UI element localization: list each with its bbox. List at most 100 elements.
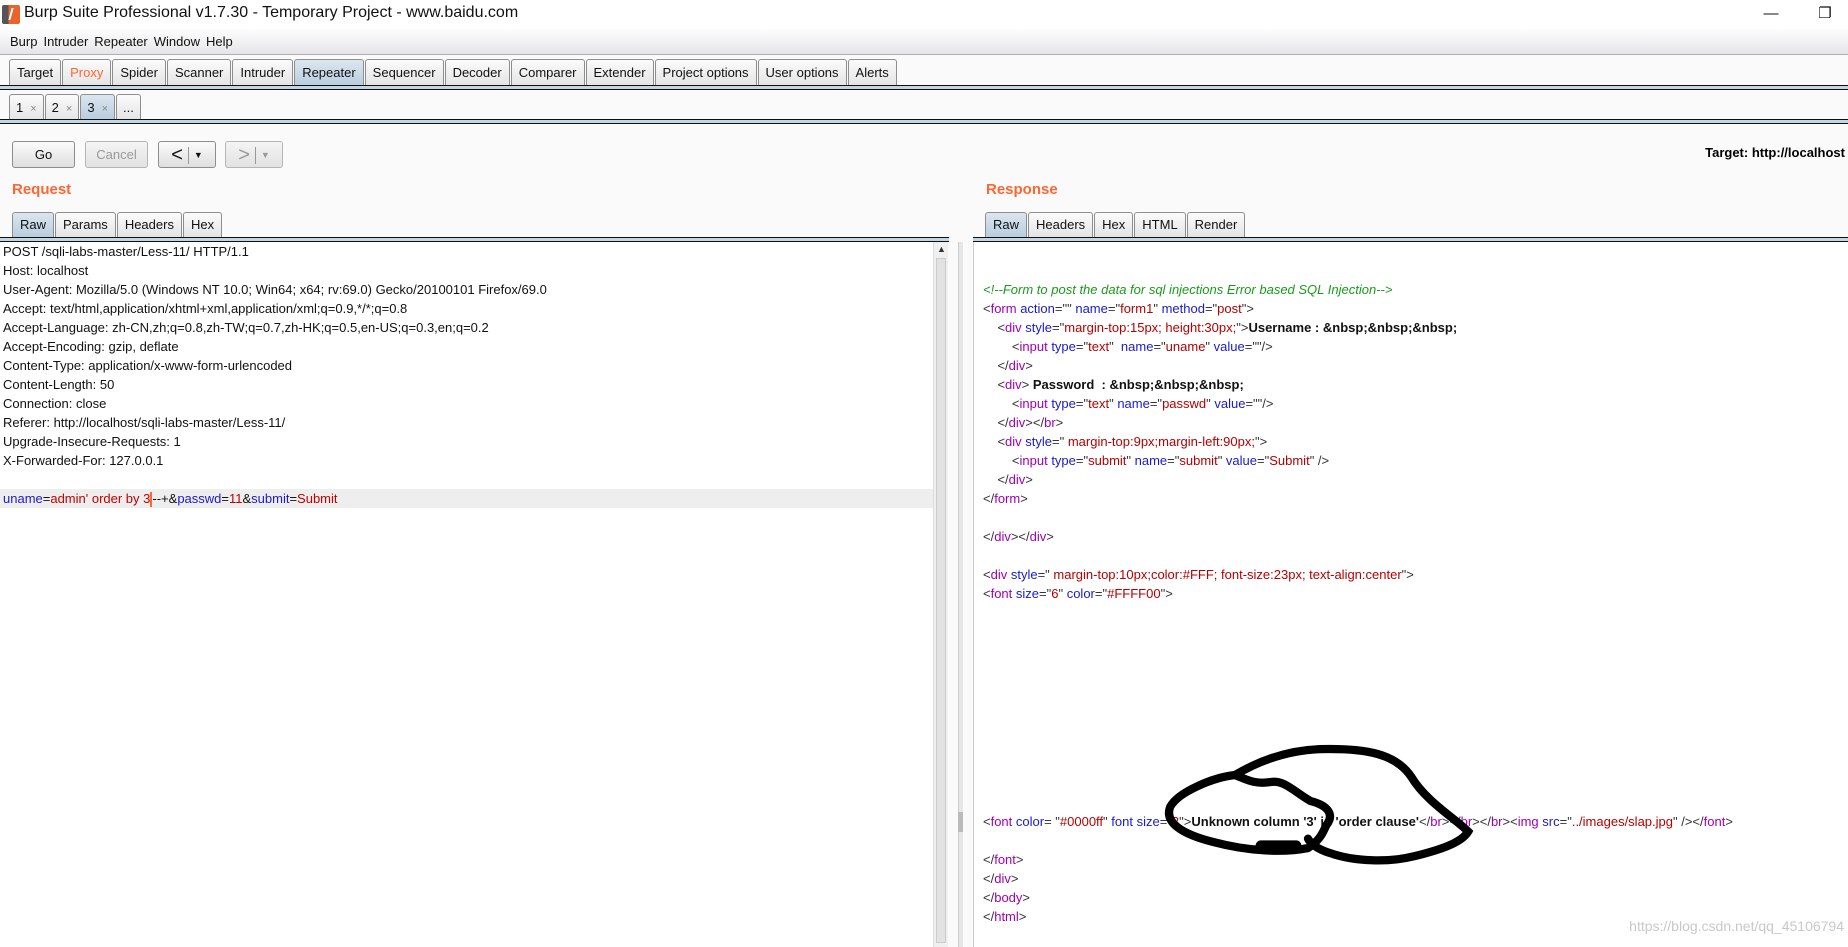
code-token: =" xyxy=(1153,339,1166,354)
code-token: value xyxy=(1213,339,1245,354)
code-token: br xyxy=(1430,814,1442,829)
code-token: ></ xyxy=(1025,415,1045,430)
code-token: div xyxy=(1008,415,1026,430)
code-token: margin-top:15px; height:30px; xyxy=(1064,320,1237,335)
repeater-tabs: 1 × 2 × 3 ×... xyxy=(9,94,142,120)
scroll-up-icon[interactable]: ▲ xyxy=(937,244,946,254)
tab-target[interactable]: Target xyxy=(9,59,62,86)
code-token: Accept-Encoding: gzip, deflate xyxy=(3,339,179,354)
request-tab-headers[interactable]: Headers xyxy=(116,212,182,237)
code-token: input xyxy=(1019,453,1048,468)
code-token: div xyxy=(994,871,1011,886)
code-token: font xyxy=(1703,814,1726,829)
go-button[interactable]: Go xyxy=(12,141,75,168)
close-icon[interactable]: × xyxy=(30,103,36,115)
code-token: post xyxy=(1217,301,1242,316)
menu-intruder[interactable]: Intruder xyxy=(40,29,91,54)
code-token: name xyxy=(1071,301,1108,316)
back-button[interactable]: < ▼ xyxy=(158,141,216,168)
code-token: " /></ xyxy=(1673,814,1704,829)
repeater-tab-1[interactable]: 1 × xyxy=(9,94,44,120)
burp-logo-icon xyxy=(2,5,20,24)
request-tab-raw[interactable]: Raw xyxy=(12,212,55,237)
dropdown-icon: ▼ xyxy=(260,150,270,161)
code-token: X-Forwarded-For: 127.0.0.1 xyxy=(3,453,164,468)
response-tab-render[interactable]: Render xyxy=(1186,212,1246,237)
code-token: </ xyxy=(983,472,1009,487)
tab-extender[interactable]: Extender xyxy=(585,59,654,86)
pane-splitter[interactable] xyxy=(948,242,973,947)
code-token: ../images/slap.jpg xyxy=(1571,814,1673,829)
code-line: </div></br> xyxy=(978,413,1848,432)
code-line: Content-Length: 50 xyxy=(0,375,933,394)
minimize-button[interactable]: — xyxy=(1748,2,1794,26)
splitter-handle[interactable] xyxy=(958,812,963,832)
code-token: font xyxy=(994,852,1016,867)
tab-comparer[interactable]: Comparer xyxy=(510,59,585,86)
request-editor[interactable]: POST /sqli-labs-master/Less-11/ HTTP/1.1… xyxy=(0,242,933,947)
code-token: = xyxy=(221,491,229,506)
tab-proxy[interactable]: Proxy xyxy=(62,59,112,86)
tab-decoder[interactable]: Decoder xyxy=(444,59,510,86)
code-token: < xyxy=(983,396,1020,411)
code-token: admin' order by 3 xyxy=(50,491,151,506)
code-token: color xyxy=(1012,814,1045,829)
code-token: text xyxy=(1088,396,1110,411)
repeater-tab-2[interactable]: 2 × xyxy=(44,94,80,120)
tab-spider[interactable]: Spider xyxy=(112,59,166,86)
forward-button[interactable]: > ▼ xyxy=(225,141,283,168)
code-line: </div> xyxy=(978,869,1848,888)
code-token: "> xyxy=(1160,586,1173,601)
code-token: form xyxy=(994,491,1021,506)
menu-repeater[interactable]: Repeater xyxy=(91,29,150,54)
code-token: =" xyxy=(1075,453,1089,468)
close-icon[interactable]: × xyxy=(66,103,72,115)
code-token: POST /sqli-labs-master/Less-11/ HTTP/1.1 xyxy=(3,244,249,259)
close-icon[interactable]: × xyxy=(102,103,108,115)
tab-repeater[interactable]: Repeater xyxy=(294,59,364,86)
tab-alerts[interactable]: Alerts xyxy=(847,59,897,86)
code-token: </ xyxy=(983,358,1009,373)
tab-intruder[interactable]: Intruder xyxy=(232,59,294,86)
code-token: " xyxy=(1058,586,1067,601)
code-token: > xyxy=(1025,358,1033,373)
repeater-tab-4[interactable]: ... xyxy=(116,94,141,120)
code-line: <input type="text" name="passwd" value="… xyxy=(978,394,1848,413)
response-tab-hex[interactable]: Hex xyxy=(1094,212,1134,237)
menu-window[interactable]: Window xyxy=(151,29,203,54)
code-token: =" xyxy=(1149,396,1163,411)
restore-button[interactable]: ❐ xyxy=(1802,2,1848,26)
tab-project-options[interactable]: Project options xyxy=(654,59,757,86)
code-token: Upgrade-Insecure-Requests: 1 xyxy=(3,434,181,449)
response-tab-html[interactable]: HTML xyxy=(1134,212,1186,237)
request-tab-hex[interactable]: Hex xyxy=(182,212,223,237)
repeater-tab-label: 3 xyxy=(87,100,95,115)
request-scrollbar[interactable]: ▲ xyxy=(933,242,948,947)
code-token: "> xyxy=(1236,320,1249,335)
code-token: > xyxy=(1018,909,1027,924)
cancel-button[interactable]: Cancel xyxy=(85,141,148,168)
response-tab-headers[interactable]: Headers xyxy=(1028,212,1094,237)
menu-help[interactable]: Help xyxy=(203,29,236,54)
request-tab-params[interactable]: Params xyxy=(55,212,116,237)
code-token: margin-top:9px;margin-left:90px; xyxy=(1067,434,1255,449)
repeater-tab-3[interactable]: 3 × xyxy=(80,94,116,120)
response-editor[interactable]: <!--Form to post the data for sql inject… xyxy=(973,242,1848,947)
target-label[interactable]: Target: http://localhost xyxy=(1705,145,1845,160)
title-bar: Burp Suite Professional v1.7.30 - Tempor… xyxy=(0,0,1848,29)
code-token: Submit xyxy=(297,491,338,506)
tab-user-options[interactable]: User options xyxy=(757,59,847,86)
menu-burp[interactable]: Burp xyxy=(7,29,40,54)
code-line: <!--Form to post the data for sql inject… xyxy=(978,280,1848,299)
code-token: passwd xyxy=(1162,396,1207,411)
code-token: passwd xyxy=(177,491,222,506)
tab-scanner[interactable]: Scanner xyxy=(166,59,232,86)
code-token: input xyxy=(1019,396,1048,411)
response-tab-raw[interactable]: Raw xyxy=(985,212,1028,237)
tab-sequencer[interactable]: Sequencer xyxy=(364,59,444,86)
code-token: br xyxy=(1044,415,1056,430)
